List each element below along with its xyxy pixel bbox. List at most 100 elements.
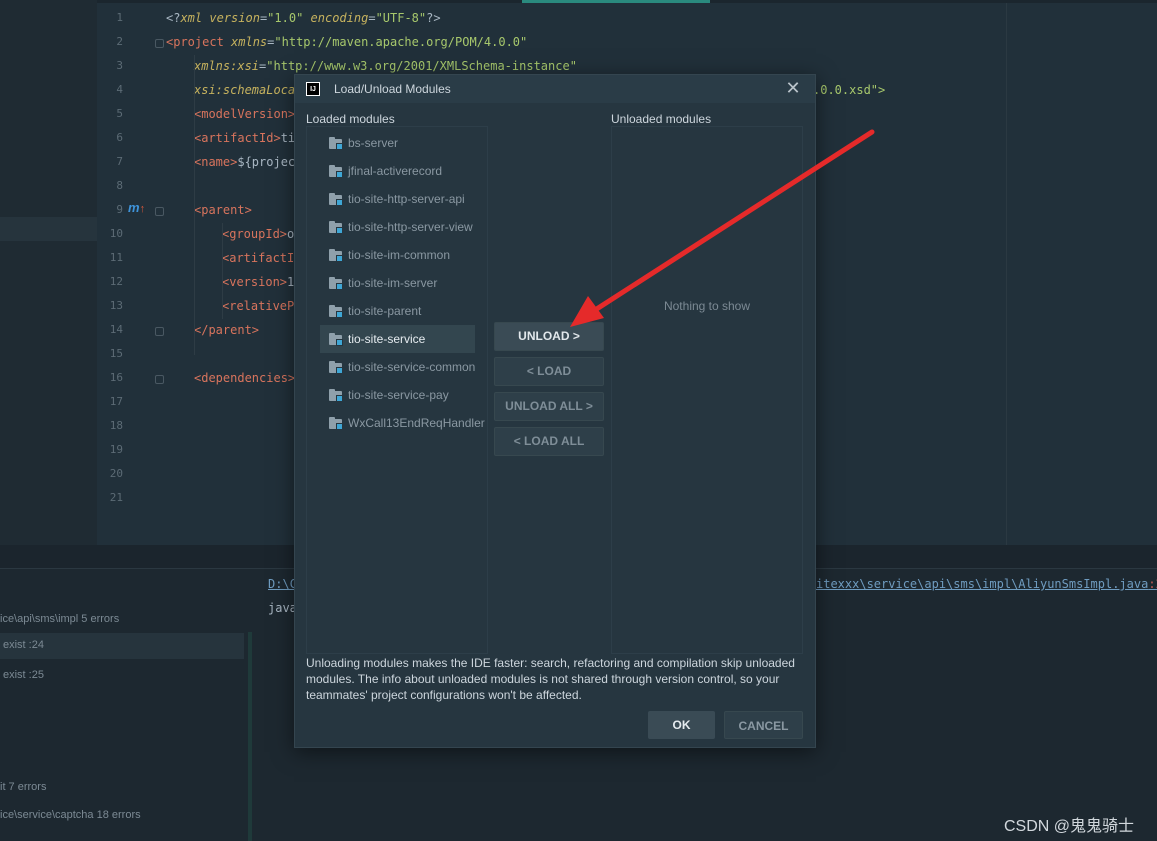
console-path-link[interactable]: itexxx\service\api\sms\impl\AliyunSmsImp… <box>816 577 1157 591</box>
line-number: 5 <box>116 107 123 120</box>
unloaded-modules-label: Unloaded modules <box>611 112 712 126</box>
line-number: 18 <box>109 419 123 432</box>
module-label: tio-site-im-server <box>348 276 438 290</box>
code-line: <dependencies> <box>194 371 295 385</box>
code-token: ${project <box>237 155 303 169</box>
code-token: ti <box>280 131 296 145</box>
code-line: <modelVersion> <box>194 107 295 121</box>
module-item[interactable]: tio-site-service <box>320 325 475 353</box>
code-token: <dependencies> <box>194 371 296 385</box>
code-token: .0.0.xsd"> <box>813 83 886 97</box>
line-number: 14 <box>109 323 123 336</box>
module-item[interactable]: tio-site-http-server-view <box>320 213 488 241</box>
tree-scrollbar[interactable] <box>248 632 252 841</box>
code-token: = <box>368 11 376 25</box>
editor-tab-bar <box>97 0 1157 3</box>
module-item[interactable]: WxCall13EndReqHandler <box>320 409 488 437</box>
code-token: "http://maven.apache.org/POM/4.0.0" <box>274 35 528 49</box>
fold-icon[interactable] <box>155 375 164 384</box>
close-icon[interactable]: ✕ <box>783 79 803 99</box>
line-number: 12 <box>109 275 123 288</box>
module-item[interactable]: tio-site-service-pay <box>320 381 488 409</box>
tree-row[interactable]: it 7 errors <box>0 781 46 793</box>
code-line: <version>1 <box>222 275 294 289</box>
ok-button[interactable]: OK <box>648 711 715 739</box>
code-token: "1.0" <box>267 11 304 25</box>
code-line: <name>${project <box>194 155 302 169</box>
editor-gutter: 1 2 3 4 5 6 7 8 9 10 11 12 13 14 15 16 17 18 19 20 21 <box>97 3 167 545</box>
module-item[interactable]: tio-site-parent <box>320 297 488 325</box>
code-token: xmlns:xsi <box>194 59 260 73</box>
module-folder-icon <box>329 193 343 206</box>
unload-button[interactable]: UNLOAD > <box>494 322 604 351</box>
code-token: version <box>202 11 260 25</box>
cancel-button[interactable]: CANCEL <box>724 711 803 739</box>
fold-icon[interactable] <box>155 207 164 216</box>
code-line: <artifactI <box>222 251 294 265</box>
module-label: tio-site-http-server-api <box>348 192 465 206</box>
fold-icon[interactable] <box>155 39 164 48</box>
code-token: <? <box>166 11 181 25</box>
module-folder-icon <box>329 137 343 150</box>
module-folder-icon <box>329 389 343 402</box>
module-item[interactable]: bs-server <box>320 129 488 157</box>
code-line: <parent> <box>194 203 252 217</box>
code-token: "UTF-8" <box>375 11 427 25</box>
module-folder-icon <box>329 249 343 262</box>
load-button[interactable]: < LOAD <box>494 357 604 386</box>
code-line: <project xmlns="http://maven.apache.org/… <box>166 35 527 49</box>
load-all-button[interactable]: < LOAD ALL <box>494 427 604 456</box>
fold-icon[interactable] <box>155 327 164 336</box>
module-folder-icon <box>329 417 343 430</box>
tree-row-selected[interactable]: exist :24 <box>0 633 244 659</box>
right-margin-guide <box>1006 3 1007 545</box>
code-token: <modelVersion> <box>194 107 296 121</box>
line-number: 20 <box>109 467 123 480</box>
code-line: xsi:schemaLoca <box>194 83 295 97</box>
project-strip-selection <box>0 217 97 241</box>
module-folder-icon <box>329 305 343 318</box>
module-item[interactable]: tio-site-im-common <box>320 241 488 269</box>
module-item[interactable]: tio-site-http-server-api <box>320 185 488 213</box>
unloaded-modules-list[interactable]: Nothing to show <box>611 126 803 654</box>
module-item[interactable]: tio-site-service-common <box>320 353 488 381</box>
code-line: xmlns:xsi="http://www.w3.org/2001/XMLSch… <box>194 59 577 73</box>
console-path-text: itexxx\service\api\sms\impl\AliyunSmsImp… <box>816 577 1149 591</box>
module-folder-icon <box>329 333 343 346</box>
module-item[interactable]: jfinal-activerecord <box>320 157 488 185</box>
module-label: bs-server <box>348 136 399 150</box>
code-line: <groupId>o <box>222 227 294 241</box>
module-folder-icon <box>329 221 343 234</box>
tree-row[interactable]: ice\api\sms\impl 5 errors <box>0 613 119 625</box>
module-item[interactable]: tio-site-im-server <box>320 269 488 297</box>
code-line: <relativeP <box>222 299 294 313</box>
line-number: 6 <box>116 131 123 144</box>
watermark: CSDN @鬼鬼骑士 <box>1004 818 1135 835</box>
maven-parent-marker-icon[interactable]: m↑ <box>128 200 145 215</box>
line-number: 3 <box>116 59 123 72</box>
intellij-app-icon: IJ <box>306 82 320 96</box>
code-token: encoding <box>303 11 369 25</box>
module-folder-icon <box>329 277 343 290</box>
module-label: jfinal-activerecord <box>348 164 443 178</box>
tree-row[interactable]: ice\service\captcha 18 errors <box>0 809 141 821</box>
dialog-title-bar[interactable]: IJ Load/Unload Modules ✕ <box>295 75 815 103</box>
line-number: 21 <box>109 491 123 504</box>
module-label: tio-site-service-pay <box>348 388 449 402</box>
module-label: tio-site-service-common <box>348 360 476 374</box>
line-number: 2 <box>116 35 123 48</box>
code-token: ?> <box>426 11 441 25</box>
line-number: 10 <box>109 227 123 240</box>
unload-all-button[interactable]: UNLOAD ALL > <box>494 392 604 421</box>
code-token: <parent> <box>194 203 252 217</box>
tree-row-label: exist :24 <box>3 639 44 651</box>
console-path-link-start[interactable]: D:\C <box>268 577 297 591</box>
tree-row[interactable]: exist :25 <box>0 669 44 681</box>
module-label: tio-site-parent <box>348 304 422 318</box>
up-arrow-icon: ↑ <box>139 203 146 215</box>
errors-tree[interactable]: ice\api\sms\impl 5 errors exist :24 exis… <box>0 569 256 841</box>
indent-guide <box>222 223 223 319</box>
info-text: Unloading modules makes the IDE faster: … <box>306 656 795 702</box>
code-token: xmlns <box>231 35 268 49</box>
line-number: 13 <box>109 299 123 312</box>
